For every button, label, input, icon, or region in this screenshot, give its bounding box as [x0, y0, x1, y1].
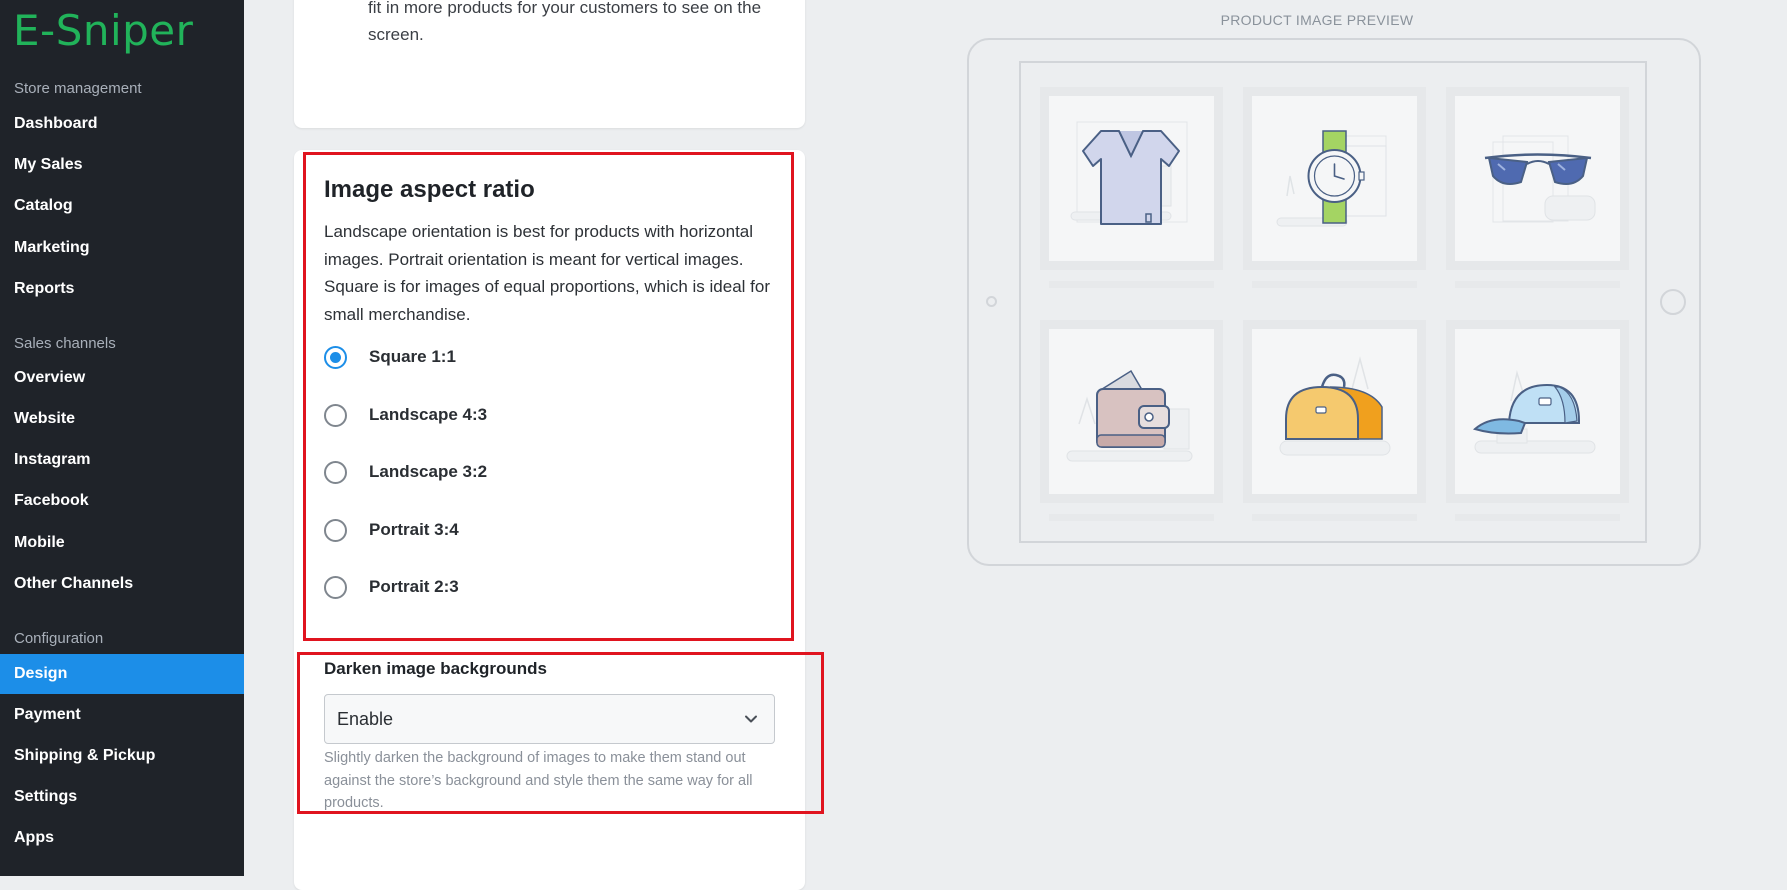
sidebar-item-other-channels[interactable]: Other Channels [0, 564, 244, 604]
caption-placeholder [1455, 281, 1620, 288]
sidebar-item-mobile[interactable]: Mobile [0, 523, 244, 563]
radio-square-1-1[interactable]: Square 1:1 [324, 342, 456, 372]
product-tile-bag [1243, 320, 1426, 503]
wallet-icon [1066, 369, 1193, 462]
radio-button[interactable] [324, 518, 347, 542]
product-tile-tshirt [1040, 87, 1223, 270]
aspect-ratio-description: Landscape orientation is best for produc… [324, 222, 771, 324]
tablet-home-button [1660, 289, 1686, 315]
darken-backgrounds-select[interactable]: Enable [324, 694, 775, 744]
sidebar-item-shipping-pickup[interactable]: Shipping & Pickup [0, 736, 244, 776]
product-tile-cap [1446, 320, 1629, 503]
sidebar-item-instagram[interactable]: Instagram [0, 440, 244, 480]
caption-placeholder [1252, 514, 1417, 521]
radio-portrait-2-3[interactable]: Portrait 2:3 [324, 572, 459, 602]
caption-placeholder [1455, 514, 1620, 521]
sidebar-item-my-sales[interactable]: My Sales [0, 145, 244, 185]
sidebar-item-facebook[interactable]: Facebook [0, 481, 244, 521]
product-tile-sunglasses [1446, 87, 1629, 270]
sidebar-item-apps[interactable]: Apps [0, 818, 244, 858]
logo: E-Sniper [13, 6, 194, 55]
section-configuration: Configuration [14, 630, 104, 647]
radio-button-checked[interactable] [324, 345, 347, 369]
sidebar-item-design[interactable]: Design [0, 654, 244, 694]
section-store-management: Store management [14, 80, 142, 97]
radio-button[interactable] [324, 575, 347, 599]
sidebar-item-catalog[interactable]: Catalog [0, 186, 244, 226]
darken-backgrounds-label: Darken image backgrounds [324, 659, 547, 678]
previous-setting-text: fit in more products for your customers … [368, 0, 762, 44]
radio-label: Portrait 3:4 [369, 520, 459, 539]
sidebar-item-settings[interactable]: Settings [0, 777, 244, 817]
radio-label: Landscape 4:3 [369, 405, 488, 424]
sidebar-item-overview[interactable]: Overview [0, 358, 244, 398]
tshirt-icon [1070, 121, 1188, 225]
caption-placeholder [1252, 281, 1417, 288]
sidebar-item-website[interactable]: Website [0, 399, 244, 439]
darken-backgrounds-hint: Slightly darken the background of images… [324, 750, 753, 811]
caption-placeholder [1049, 514, 1214, 521]
cap-icon [1472, 370, 1596, 454]
product-tile-wallet [1040, 320, 1223, 503]
sidebar-item-payment[interactable]: Payment [0, 695, 244, 735]
radio-button[interactable] [324, 460, 347, 484]
bag-icon [1279, 356, 1391, 456]
caption-placeholder [1049, 281, 1214, 288]
sidebar-item-marketing[interactable]: Marketing [0, 228, 244, 268]
radio-label: Portrait 2:3 [369, 577, 459, 596]
previous-setting-card: fit in more products for your customers … [294, 0, 805, 128]
chevron-down-icon [745, 715, 757, 723]
preview-label: PRODUCT IMAGE PREVIEW [1220, 12, 1414, 28]
radio-landscape-4-3[interactable]: Landscape 4:3 [324, 400, 487, 430]
watch-icon [1276, 130, 1387, 227]
aspect-ratio-title: Image aspect ratio [324, 176, 535, 203]
sidebar-item-reports[interactable]: Reports [0, 269, 244, 309]
radio-label: Landscape 3:2 [369, 462, 488, 481]
sunglasses-icon [1484, 135, 1596, 223]
section-sales-channels: Sales channels [14, 335, 116, 352]
product-tile-watch [1243, 87, 1426, 270]
radio-button[interactable] [324, 403, 347, 427]
radio-portrait-3-4[interactable]: Portrait 3:4 [324, 515, 459, 545]
sidebar: E-Sniper Store management Dashboard My S… [0, 0, 244, 876]
tablet-camera [986, 296, 997, 307]
radio-landscape-3-2[interactable]: Landscape 3:2 [324, 457, 487, 487]
sidebar-item-dashboard[interactable]: Dashboard [0, 104, 244, 144]
select-value: Enable [337, 709, 394, 729]
radio-label: Square 1:1 [369, 347, 456, 366]
